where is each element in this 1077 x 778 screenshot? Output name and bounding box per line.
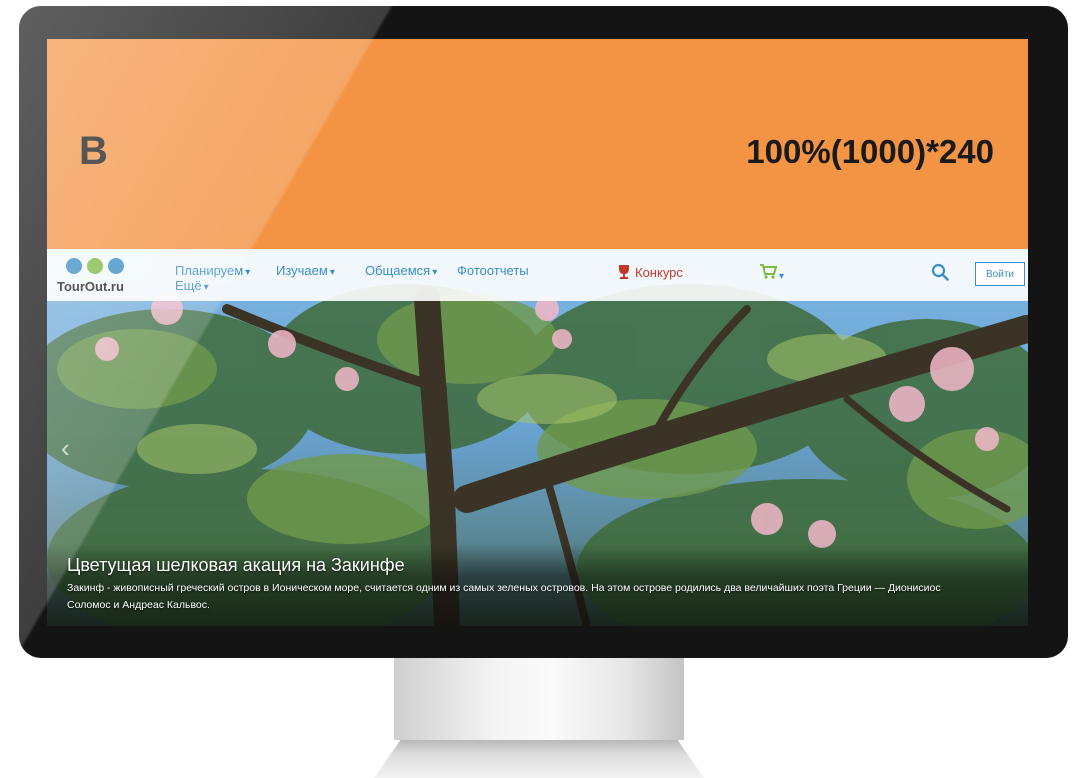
nav-item-label: Фотоотчеты	[457, 263, 529, 278]
monitor-stand-neck	[394, 658, 684, 740]
trophy-icon	[619, 265, 629, 279]
caret-down-icon: ▾	[203, 282, 209, 293]
nav-item-plan[interactable]: Планируем ▾	[175, 263, 250, 278]
caret-down-icon: ▾	[432, 267, 438, 278]
slide-title: Цветущая шелковая акация на Закинфе	[67, 555, 405, 575]
nav-item-label: Планируем	[175, 263, 244, 278]
cart-icon	[760, 264, 778, 279]
caret-down-icon: ▾	[245, 267, 251, 278]
search-button[interactable]	[931, 263, 949, 286]
nav-item-explore[interactable]: Изучаем ▾	[276, 263, 335, 278]
slide-caption: Цветущая шелковая акация на Закинфе Заки…	[47, 544, 1028, 626]
logo-bubbles-icon	[66, 258, 124, 274]
website: TourOut.ru Планируем ▾ Изучаем ▾ Общаемся ▾…	[47, 249, 1028, 626]
banner-letter: B	[79, 129, 108, 173]
cart-dropdown[interactable]: ▾	[759, 263, 784, 282]
monitor-stand-base	[374, 740, 704, 778]
monitor-screen: B 100%(1000)*240 TourOut.ru Планируем ▾ …	[47, 39, 1028, 626]
nav-item-communicate[interactable]: Общаемся ▾	[365, 263, 437, 278]
contest-label: Конкурс	[635, 265, 683, 280]
logo-text: TourOut.ru	[57, 279, 124, 294]
navbar: TourOut.ru Планируем ▾ Изучаем ▾ Общаемся ▾…	[47, 249, 1028, 301]
nav-item-label: Изучаем	[276, 263, 328, 278]
monitor-frame: B 100%(1000)*240 TourOut.ru Планируем ▾ …	[19, 6, 1068, 658]
banner-placeholder: B 100%(1000)*240	[47, 39, 1028, 249]
nav-item-label: Ещё	[175, 278, 202, 293]
nav-item-label: Общаемся	[365, 263, 431, 278]
search-icon	[931, 263, 949, 281]
banner-size-label: 100%(1000)*240	[746, 133, 994, 170]
site-logo[interactable]: TourOut.ru	[57, 257, 137, 297]
login-button[interactable]: Войти	[975, 262, 1025, 286]
caret-down-icon: ▾	[779, 271, 785, 282]
caret-down-icon: ▾	[329, 267, 335, 278]
contest-link[interactable]: Конкурс	[617, 264, 683, 280]
carousel-prev-arrow-icon[interactable]: ‹	[61, 433, 70, 464]
slide-description: Закинф - живописный греческий остров в И…	[67, 582, 941, 611]
nav-item-more[interactable]: Ещё ▾	[175, 278, 209, 293]
nav-item-photo-reports[interactable]: Фотоотчеты	[457, 263, 529, 278]
